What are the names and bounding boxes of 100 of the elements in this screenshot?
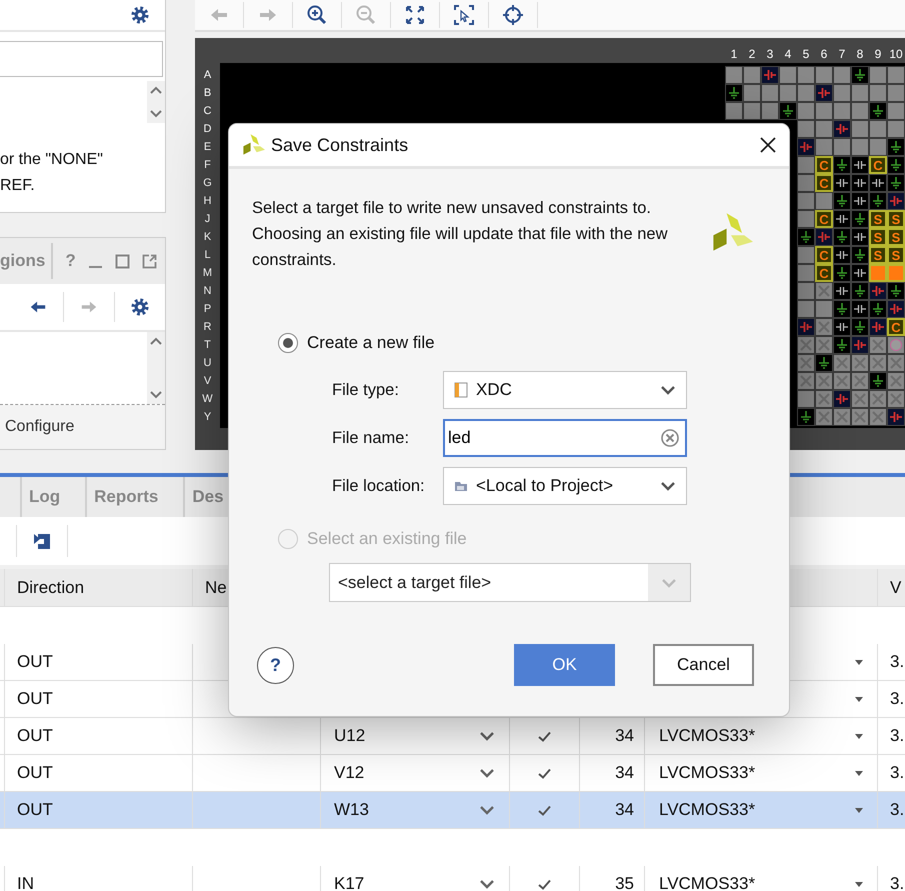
caret-icon[interactable] [855,808,863,812]
package-pin[interactable] [869,300,887,318]
float-icon[interactable] [142,254,157,268]
package-pin[interactable] [833,336,851,354]
package-pin[interactable] [833,246,851,264]
package-pin[interactable] [869,372,887,390]
package-pin[interactable]: S [869,228,887,246]
caret-icon[interactable] [855,882,863,886]
fit-icon[interactable] [405,5,425,25]
panel-tab[interactable]: gions [0,243,54,279]
package-pin[interactable] [851,282,869,300]
table-row[interactable]: IN K17 35 LVCMOS33* 3. [0,866,905,891]
package-pin[interactable]: C [815,210,833,228]
column-header[interactable]: V [890,578,902,598]
radio-label[interactable]: Create a new file [307,333,435,353]
file-type-dropdown[interactable]: XDC [443,371,687,409]
package-pin[interactable] [869,102,887,120]
zoom-out-icon[interactable] [356,5,376,25]
package-pin[interactable] [833,264,851,282]
package-pin[interactable] [833,228,851,246]
crosshair-icon[interactable] [503,5,523,25]
maximize-icon[interactable] [114,254,130,268]
scrollbar[interactable] [147,332,165,404]
package-pin[interactable] [887,282,905,300]
package-pin[interactable] [779,102,797,120]
caret-icon[interactable] [855,734,863,738]
package-pin[interactable]: C [815,246,833,264]
package-pin[interactable] [833,282,851,300]
check-icon[interactable] [538,804,551,816]
export-icon[interactable] [33,532,51,550]
package-pin[interactable] [797,228,815,246]
check-icon[interactable] [538,730,551,742]
radio-button[interactable] [278,333,298,353]
package-pin[interactable]: C [815,264,833,282]
table-row[interactable]: OUT W13 34 LVCMOS33* 3. [0,792,905,829]
scroll-up-icon[interactable] [149,336,163,346]
settings-icon[interactable] [131,6,149,24]
package-pin[interactable] [833,300,851,318]
package-pin[interactable] [833,174,851,192]
package-pin[interactable] [797,408,815,426]
package-pin[interactable] [869,174,887,192]
package-pin[interactable]: S [869,246,887,264]
package-pin[interactable]: S [887,246,905,264]
package-pin[interactable] [851,300,869,318]
chevron-icon[interactable] [479,879,495,889]
scroll-up-icon[interactable] [149,85,163,95]
help-button[interactable]: ? [65,251,76,271]
package-pin[interactable] [851,174,869,192]
package-pin[interactable] [815,354,833,372]
search-field[interactable] [0,41,163,77]
settings-icon[interactable] [131,298,149,316]
select-area-icon[interactable] [454,5,474,25]
close-icon[interactable] [759,136,777,154]
package-pin[interactable] [833,210,851,228]
chevron-icon[interactable] [479,768,495,778]
package-pin[interactable] [833,192,851,210]
configure-link[interactable]: Configure [5,418,74,436]
zoom-in-icon[interactable] [307,5,327,25]
package-pin[interactable] [851,264,869,282]
file-location-dropdown[interactable]: <Local to Project> [443,467,687,505]
caret-icon[interactable] [855,770,863,776]
column-header[interactable]: Direction [17,578,84,598]
check-icon[interactable] [538,768,551,778]
chevron-icon[interactable] [479,805,495,815]
column-header[interactable]: Ne [205,578,227,598]
package-pin[interactable] [833,156,851,174]
package-pin[interactable] [851,228,869,246]
scroll-down-icon[interactable] [149,109,163,119]
package-pin[interactable] [887,174,905,192]
help-button[interactable]: ? [257,646,294,684]
package-pin[interactable]: S [887,228,905,246]
ok-button[interactable]: OK [514,644,615,686]
package-pin[interactable]: C [887,318,905,336]
package-pin[interactable] [887,156,905,174]
file-name-field[interactable]: led [443,419,687,457]
scroll-down-icon[interactable] [149,390,163,400]
package-pin[interactable] [851,192,869,210]
caret-icon[interactable] [855,696,863,702]
caret-icon[interactable] [855,660,863,664]
package-pin[interactable] [887,138,905,156]
package-pin[interactable] [851,156,869,174]
chevron-icon[interactable] [479,731,495,741]
package-pin[interactable] [833,318,851,336]
scrollbar[interactable] [147,81,165,123]
package-pin[interactable] [725,84,743,102]
package-pin[interactable]: S [887,210,905,228]
package-pin[interactable] [851,246,869,264]
package-pin[interactable] [869,192,887,210]
clear-icon[interactable] [661,429,679,447]
cancel-button[interactable]: Cancel [653,644,754,686]
package-pin[interactable]: C [815,156,833,174]
table-row[interactable]: OUT U12 34 LVCMOS33* 3. [0,718,905,755]
package-pin[interactable]: C [815,174,833,192]
package-pin[interactable] [851,210,869,228]
package-pin[interactable] [851,66,869,84]
package-pin[interactable]: S [869,210,887,228]
package-pin[interactable] [851,318,869,336]
package-pin[interactable]: C [869,156,887,174]
table-row[interactable]: OUT V12 34 LVCMOS33* 3. [0,755,905,792]
check-icon[interactable] [538,878,551,890]
